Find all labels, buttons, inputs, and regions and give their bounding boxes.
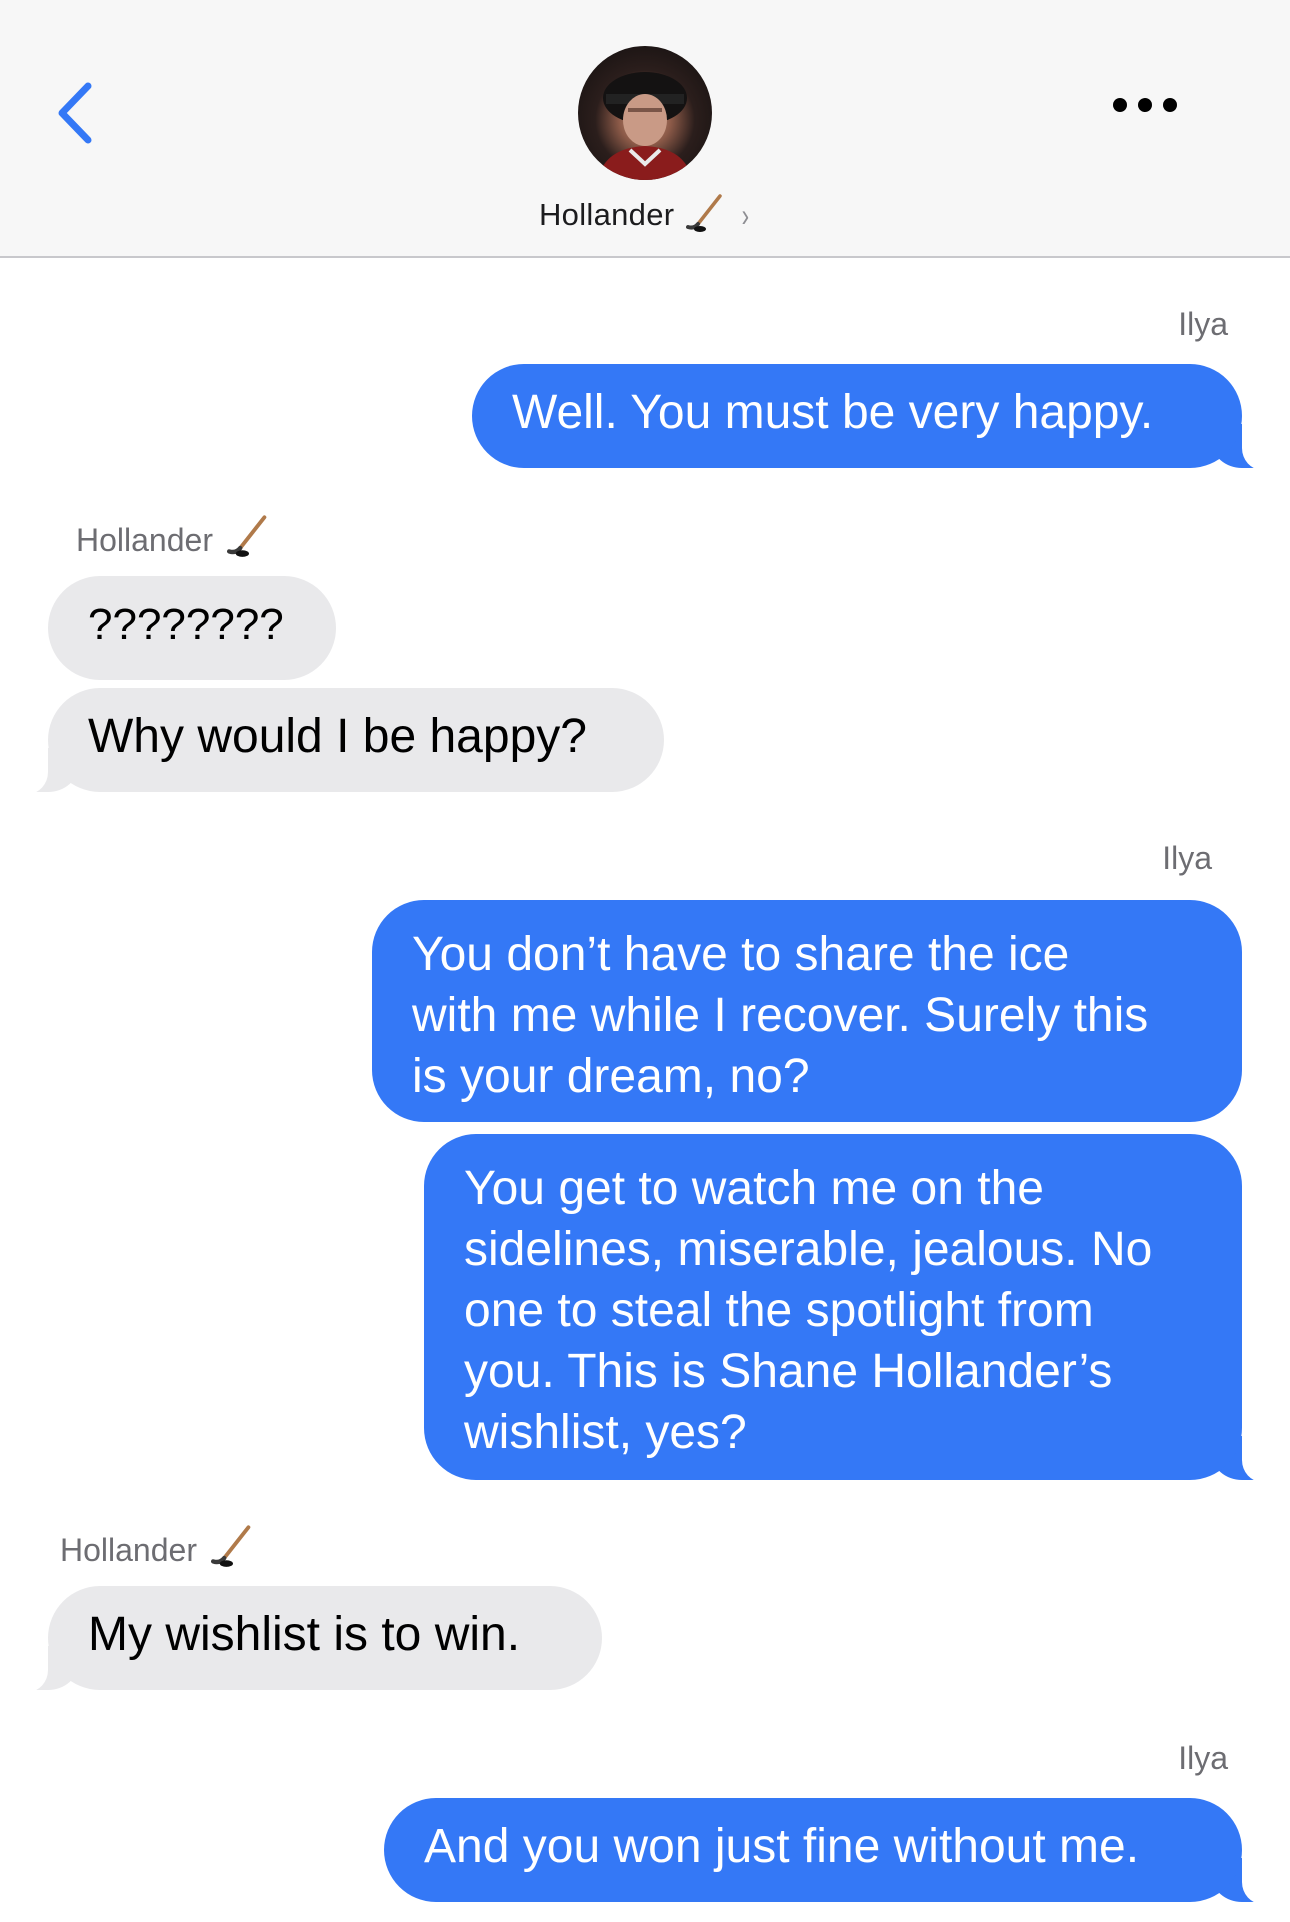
message-bubble-outgoing[interactable]: And you won just fine without me. [384,1798,1272,1904]
message-text-line: You get to watch me on the [464,1162,1044,1215]
sender-label: Ilya [1178,1740,1228,1776]
message-text: Why would I be happy? [88,710,587,763]
message-text-line: one to steal the spotlight from [464,1284,1094,1337]
message-list: Ilya Well. You must be very happy. Holla… [0,0,1290,1922]
sender-label: Ilya [1178,306,1228,342]
hockey-stick-icon [210,1524,255,1576]
message-text: Well. You must be very happy. [512,386,1154,439]
message-text: And you won just fine without me. [424,1820,1140,1873]
message-text: My wishlist is to win. [88,1608,521,1661]
message-bubble-incoming[interactable]: My wishlist is to win. [18,1586,602,1692]
sender-label: Hollander [76,514,271,566]
message-bubble-outgoing[interactable]: You don’t have to share the ice with me … [372,900,1242,1122]
message-bubble-outgoing[interactable]: Well. You must be very happy. [472,364,1272,470]
hockey-stick-icon [226,514,271,566]
message-text: ???????? [88,600,284,649]
message-bubble-incoming[interactable]: Why would I be happy? [18,688,664,794]
message-text-line: You don’t have to share the ice [412,928,1070,981]
message-bubble-incoming[interactable]: ???????? [48,576,336,680]
message-text-line: you. This is Shane Hollander’s [464,1345,1113,1398]
message-text-line: with me while I recover. Surely this [412,989,1149,1042]
message-text-line: wishlist, yes? [464,1406,747,1459]
message-bubble-outgoing[interactable]: You get to watch me on the sidelines, mi… [424,1134,1272,1482]
message-text-line: is your dream, no? [412,1050,810,1103]
sender-label: Ilya [1162,840,1212,876]
sender-label: Hollander [60,1524,255,1576]
message-text-line: sidelines, miserable, jealous. No [464,1223,1153,1276]
